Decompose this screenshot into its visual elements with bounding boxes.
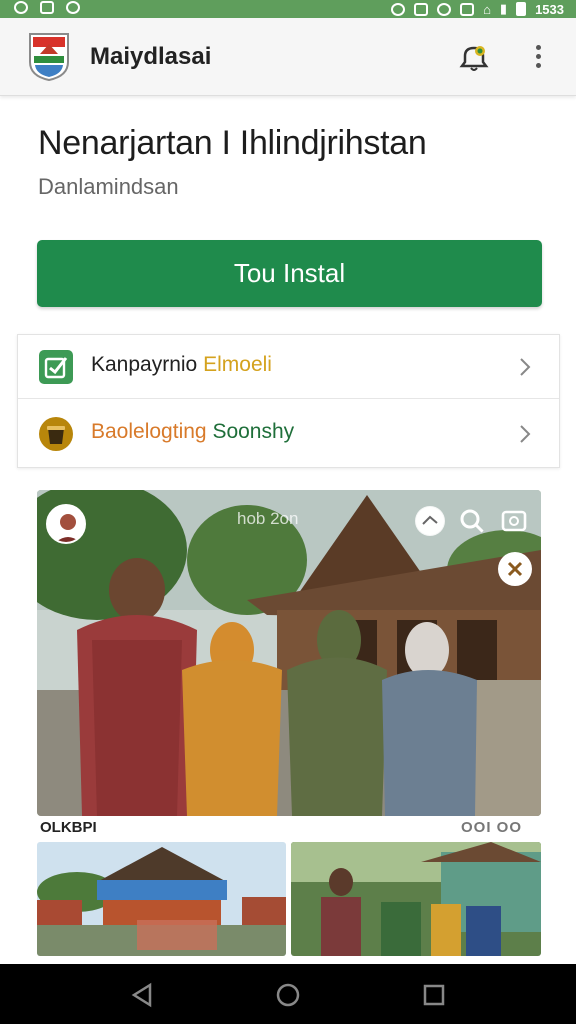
list-item[interactable]: Baolelogting Soonshy (18, 402, 559, 466)
wifi-icon: ⌂ (483, 1, 491, 17)
featured-photo[interactable]: hob 2on (37, 490, 541, 816)
app-title: Maiydlasai (90, 43, 212, 70)
villagers-photo (291, 842, 541, 956)
page-title: Nenarjartan I Ihlindjrihstan (38, 124, 427, 162)
alarm-icon (414, 2, 429, 16)
status-bar: ⌂ ▮ 1533 (0, 0, 576, 18)
app-notification-icon (66, 1, 80, 14)
check-badge-icon (39, 350, 73, 384)
list-item[interactable]: Kanpayrnio Elmoeli (18, 335, 559, 399)
photo-count: OOI OO (461, 819, 523, 836)
clock: 1533 (535, 1, 564, 17)
list-item-label: Baolelogting Soonshy (91, 420, 295, 443)
photo-caption: OLKBPI (40, 819, 97, 836)
more-vert-icon[interactable] (528, 42, 548, 72)
expand-icon[interactable] (499, 506, 529, 536)
bell-icon[interactable] (458, 42, 490, 74)
village-hall-photo (37, 842, 286, 956)
recents-icon[interactable] (421, 982, 447, 1008)
village-group-photo (37, 490, 541, 816)
back-icon[interactable] (130, 982, 156, 1008)
share-icon[interactable] (415, 506, 445, 536)
avatar[interactable] (46, 504, 86, 544)
cast-icon (460, 2, 475, 16)
photo-watermark: hob 2on (237, 509, 299, 528)
list-item-label: Kanpayrnio Elmoeli (91, 353, 272, 376)
page-subtitle: Danlamindsan (38, 174, 179, 199)
search-icon[interactable] (457, 506, 487, 536)
settings-icon (391, 2, 406, 16)
app-bar: Maiydlasai (0, 18, 576, 96)
location-icon (437, 2, 452, 16)
pin-icon[interactable] (498, 552, 532, 586)
chevron-right-icon (520, 358, 531, 376)
gallery-thumbnail[interactable] (37, 842, 286, 956)
chevron-right-icon (520, 425, 531, 443)
bucket-icon (39, 417, 73, 451)
options-list: Kanpayrnio Elmoeli Baolelogting Soonshy (17, 334, 560, 468)
notification-icon (14, 1, 28, 14)
system-nav-bar (0, 964, 576, 1024)
home-icon[interactable] (275, 982, 301, 1008)
app-logo-icon[interactable] (26, 30, 72, 82)
message-icon (40, 1, 54, 14)
gallery-thumbnail[interactable] (291, 842, 541, 956)
signal-icon: ▮ (499, 1, 508, 16)
battery-icon (516, 2, 527, 16)
install-button[interactable]: Tou Instal (37, 240, 542, 307)
